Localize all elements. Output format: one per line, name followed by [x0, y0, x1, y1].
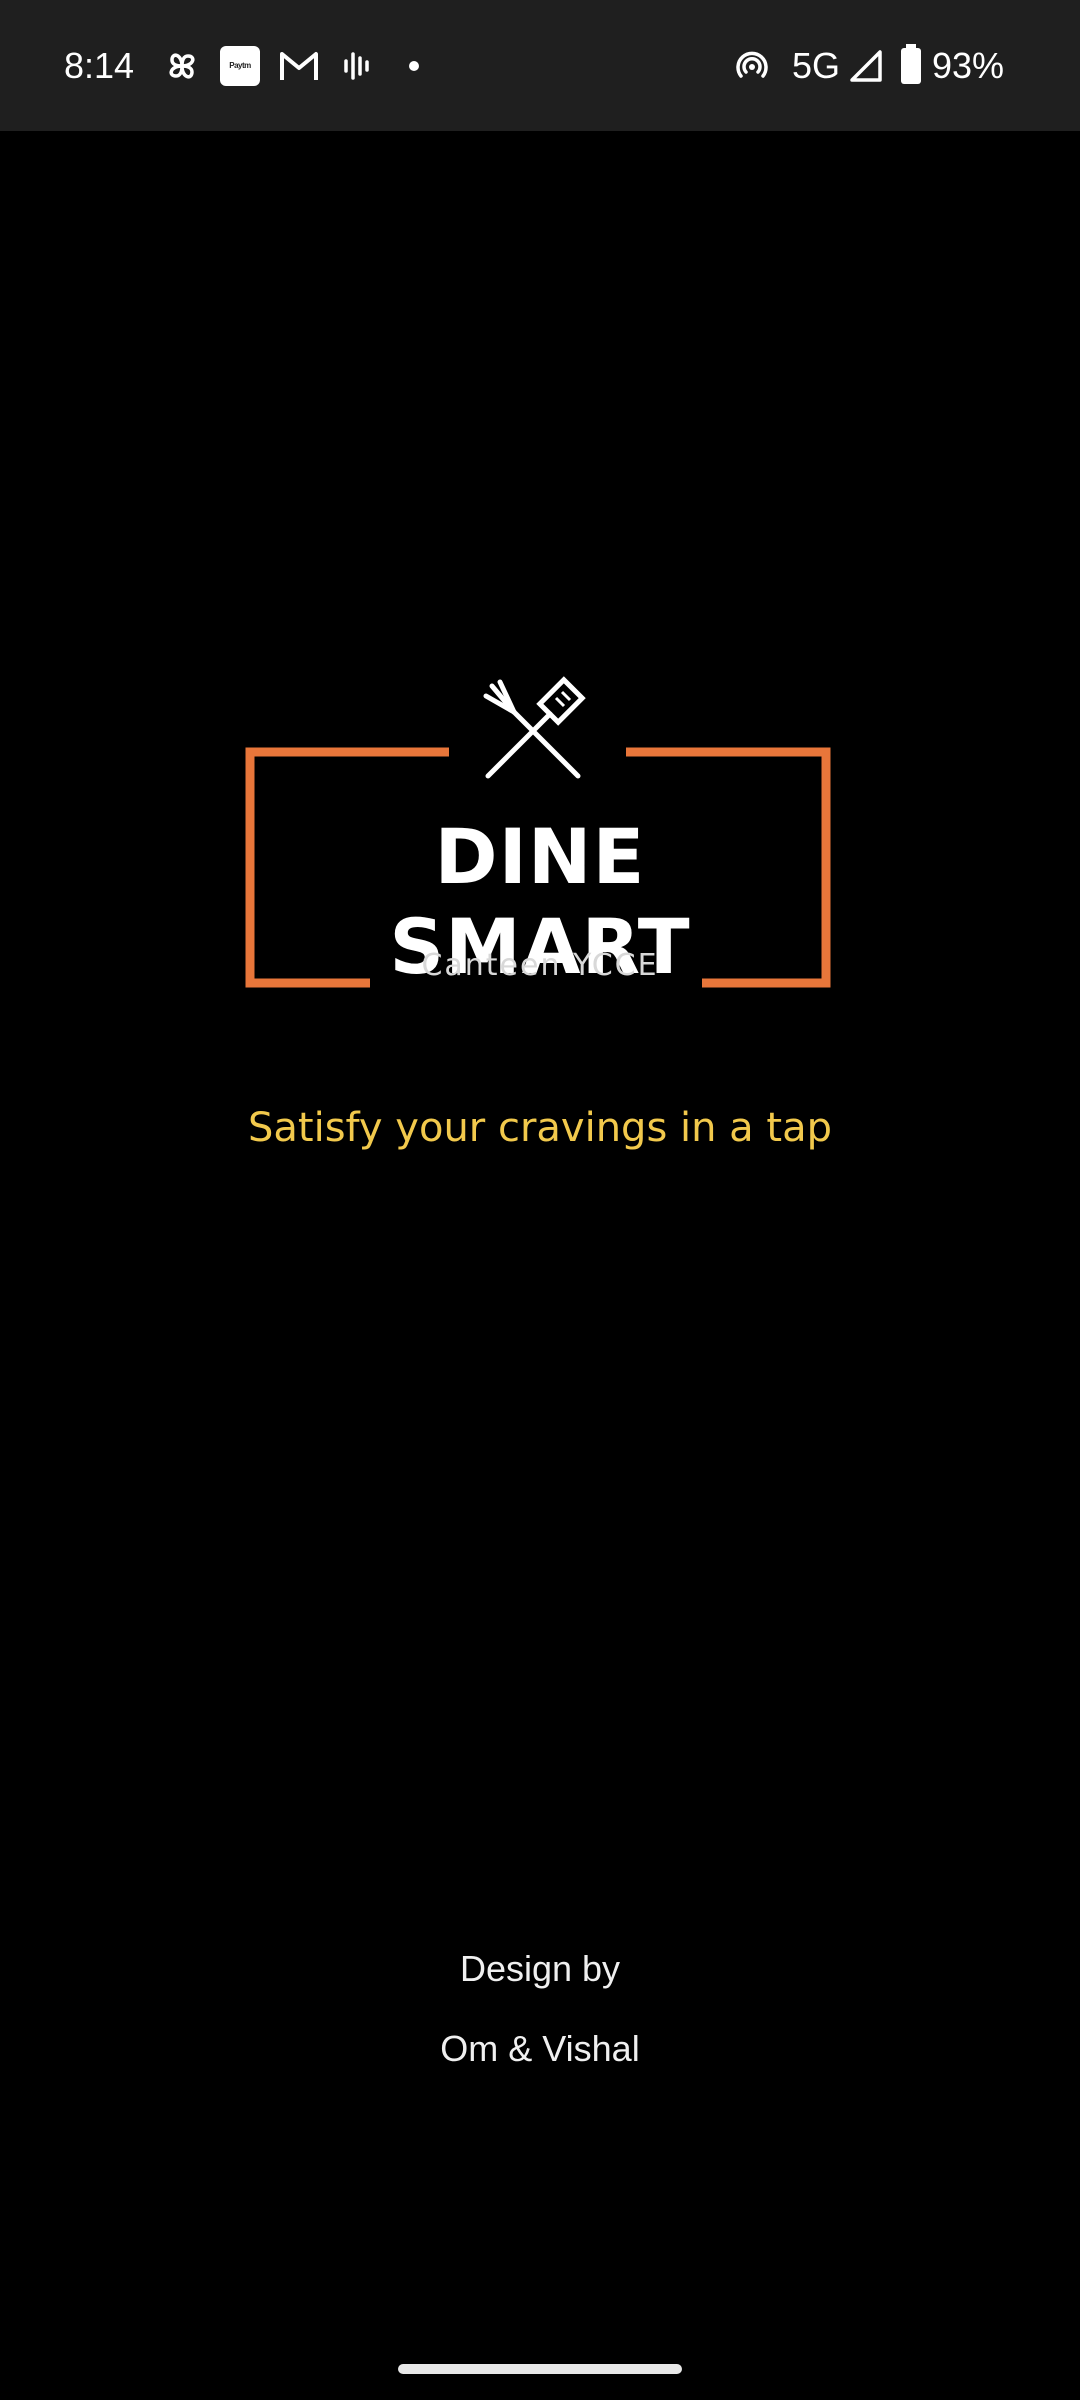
- paytm-icon: Paytm: [220, 46, 260, 86]
- battery-level: 93%: [932, 45, 1005, 86]
- network-type: 5G: [792, 45, 841, 86]
- status-bar: 8:14 Paytm 5G 93%: [0, 0, 1080, 131]
- gmail-icon: [280, 52, 318, 80]
- home-indicator[interactable]: [398, 2364, 682, 2374]
- fork-spatula-icon: [483, 676, 586, 779]
- credits-label: Design by: [459, 1948, 621, 1989]
- signal-icon: [850, 50, 882, 82]
- battery-icon: [901, 44, 921, 84]
- hotspot-icon: [736, 51, 768, 78]
- status-time: 8:14: [64, 45, 135, 86]
- voice-icon: [344, 52, 369, 80]
- app-logo: DINE SMART Canteen YCCE: [244, 676, 836, 992]
- credits-names: Om & Vishal: [440, 2028, 640, 2069]
- tagline: Satisfy your cravings in a tap: [248, 1105, 832, 1151]
- logo-subtitle: Canteen YCCE: [421, 948, 659, 983]
- pinwheel-icon: [169, 53, 195, 79]
- dot-icon: [409, 61, 419, 71]
